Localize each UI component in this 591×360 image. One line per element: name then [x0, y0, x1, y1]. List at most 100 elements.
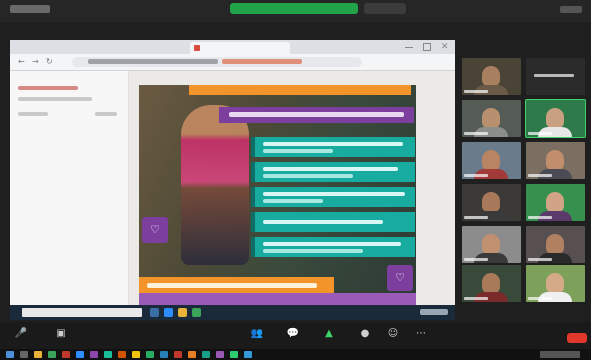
slide-bottom-banner	[139, 277, 334, 293]
app-icon[interactable]	[188, 351, 196, 358]
video-camera-icon: ▣	[56, 328, 66, 339]
participant-name	[464, 297, 488, 300]
slide-bullet	[251, 137, 415, 157]
side-panel-item[interactable]	[18, 97, 92, 101]
app-icon[interactable]	[90, 351, 98, 358]
participant-video-tile[interactable]	[526, 226, 585, 263]
screen-share-status-banner[interactable]	[230, 3, 358, 14]
microphone-icon: 🎤	[14, 328, 28, 339]
window-title	[10, 5, 50, 13]
tray-clock	[420, 309, 448, 315]
participant-video-tile[interactable]	[526, 58, 585, 95]
participant-video-tile[interactable]	[462, 58, 521, 95]
reload-icon[interactable]: ↻	[46, 58, 54, 66]
record-icon: ●	[360, 328, 370, 339]
browser-tab-strip: ✕	[10, 40, 455, 54]
record-button[interactable]: ●	[356, 328, 374, 348]
reactions-button[interactable]: ☺	[384, 328, 402, 348]
view-button[interactable]	[560, 6, 582, 13]
share-screen-icon: ▲	[325, 328, 333, 339]
slide-title-banner	[219, 107, 414, 123]
share-screen-button[interactable]: ▲	[320, 328, 338, 348]
video-button[interactable]: ▣	[52, 328, 70, 348]
browser-side-panel	[10, 71, 129, 320]
slide-bottom-text	[147, 283, 317, 288]
end-meeting-button[interactable]	[567, 333, 587, 343]
system-tray[interactable]	[540, 351, 580, 358]
participant-video-tile[interactable]	[526, 184, 585, 221]
slide-bullet	[251, 162, 415, 182]
shared-browser-window: ✕ ← → ↻ ♡ ♡	[10, 40, 455, 320]
file-explorer-icon[interactable]	[178, 308, 187, 317]
task-view-icon[interactable]	[150, 308, 159, 317]
app-icon[interactable]	[174, 351, 182, 358]
participant-video-tile[interactable]	[462, 265, 521, 302]
side-panel-item[interactable]	[95, 112, 117, 116]
stop-share-button[interactable]	[364, 3, 406, 14]
forward-arrow-icon[interactable]: →	[32, 58, 40, 66]
browser-toolbar: ← → ↻	[10, 54, 455, 71]
side-panel-item[interactable]	[18, 86, 78, 90]
participant-video-tile[interactable]	[462, 226, 521, 263]
file-explorer-icon[interactable]	[34, 351, 42, 358]
document-canvas: ♡ ♡	[129, 71, 455, 320]
close-icon[interactable]: ✕	[441, 43, 449, 52]
participant-video-tile[interactable]	[462, 142, 521, 179]
app-icon[interactable]	[216, 351, 224, 358]
participant-name	[464, 132, 488, 135]
shared-windows-taskbar	[10, 305, 455, 320]
slide-bullet	[251, 187, 415, 207]
slide-bullet	[251, 212, 415, 232]
favicon-icon	[194, 45, 200, 51]
app-icon[interactable]	[202, 351, 210, 358]
side-panel-item[interactable]	[18, 112, 48, 116]
app-icon[interactable]	[118, 351, 126, 358]
participants-icon: 👥	[250, 328, 264, 339]
zoom-app-icon[interactable]	[164, 308, 173, 317]
mute-button[interactable]: 🎤	[12, 328, 30, 348]
app-icon[interactable]	[62, 351, 70, 358]
maximize-icon[interactable]	[423, 43, 431, 51]
participant-name	[464, 216, 488, 219]
back-arrow-icon[interactable]: ←	[18, 58, 26, 66]
participant-video-tile[interactable]	[526, 265, 585, 302]
chat-button[interactable]: 💬	[284, 328, 302, 348]
slide-photo-person	[181, 105, 249, 265]
participant-video-tile[interactable]	[462, 184, 521, 221]
minimize-icon[interactable]	[405, 43, 413, 48]
presentation-slide: ♡ ♡	[139, 85, 416, 305]
slide-bottom-bar	[139, 293, 416, 305]
participant-video-tile[interactable]	[526, 142, 585, 179]
app-icon[interactable]	[146, 351, 154, 358]
chrome-icon[interactable]	[48, 351, 56, 358]
zoom-top-bar	[0, 0, 591, 22]
participant-name	[464, 174, 488, 177]
app-icon[interactable]	[160, 351, 168, 358]
reactions-icon: ☺	[387, 328, 399, 339]
browser-tab-active[interactable]	[190, 42, 290, 54]
more-button[interactable]: ⋯	[412, 328, 430, 348]
slide-title	[229, 112, 404, 117]
url-text	[88, 59, 218, 64]
participant-name	[528, 216, 552, 219]
chrome-icon[interactable]	[192, 308, 201, 317]
participants-button[interactable]: 👥	[248, 328, 266, 348]
taskbar-search-input[interactable]	[22, 308, 142, 317]
app-icon[interactable]	[230, 351, 238, 358]
host-windows-taskbar	[0, 349, 591, 360]
slide-top-strip	[189, 85, 411, 95]
participant-video-tile[interactable]	[525, 99, 586, 138]
window-controls: ✕	[405, 43, 451, 52]
zoom-app-icon[interactable]	[76, 351, 84, 358]
search-icon[interactable]	[20, 351, 28, 358]
app-icon[interactable]	[244, 351, 252, 358]
slide-bullet	[251, 237, 415, 257]
start-icon[interactable]	[6, 351, 14, 358]
participant-name	[528, 132, 552, 135]
chat-icon: 💬	[286, 328, 300, 339]
app-icon[interactable]	[132, 351, 140, 358]
address-input[interactable]	[72, 57, 362, 67]
participant-video-tile[interactable]	[462, 100, 521, 137]
more-icon: ⋯	[416, 328, 426, 339]
app-icon[interactable]	[104, 351, 112, 358]
